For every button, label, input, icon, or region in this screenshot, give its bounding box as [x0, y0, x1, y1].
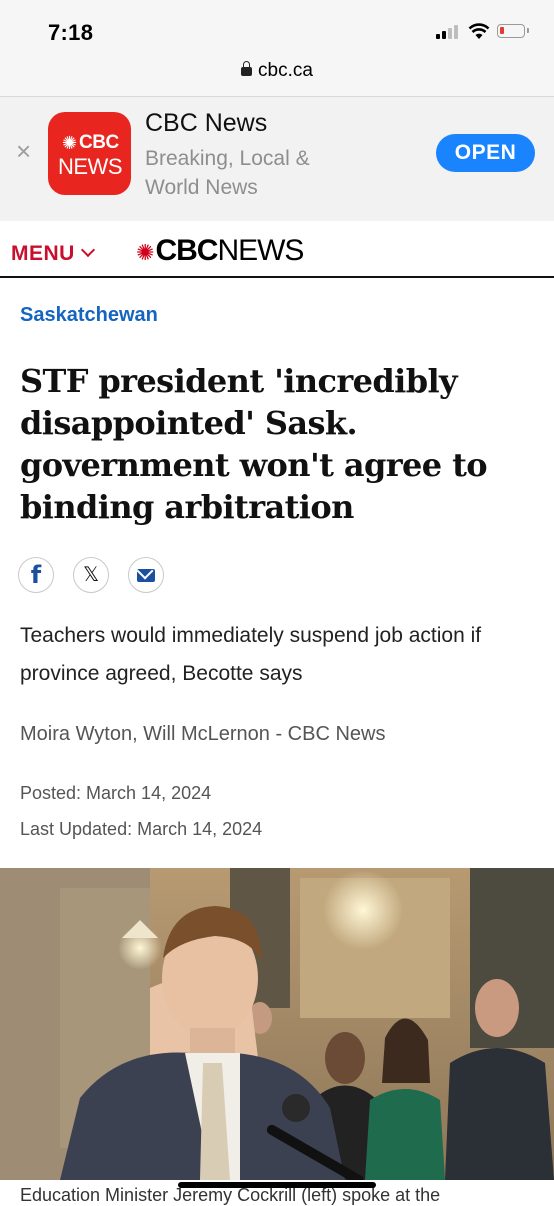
browser-address-bar[interactable]: cbc.ca: [0, 52, 554, 97]
chevron-down-icon: [80, 242, 95, 258]
cbc-news-logo[interactable]: ✺CBCNEWS: [136, 234, 304, 268]
app-icon-cbc-text: CBC: [79, 132, 119, 153]
email-share-icon[interactable]: [128, 557, 164, 593]
facebook-share-icon[interactable]: f: [18, 557, 54, 593]
article-byline: Moira Wyton, Will McLernon - CBC News: [20, 723, 386, 745]
cellular-signal-icon: [436, 25, 462, 39]
press-conference-photo: [0, 868, 554, 1180]
x-share-icon[interactable]: 𝕏: [73, 557, 109, 593]
status-bar: 7:18: [0, 0, 554, 52]
app-name: CBC News: [145, 109, 268, 137]
status-time: 7:18: [48, 20, 94, 45]
logo-news-text: NEWS: [217, 234, 304, 267]
lock-icon: [241, 61, 253, 76]
posted-date: Posted: March 14, 2024: [20, 783, 212, 803]
article-photo: [0, 868, 554, 1180]
envelope-icon: [137, 569, 155, 582]
open-app-button[interactable]: OPEN: [436, 134, 535, 172]
site-header: MENU ✺CBCNEWS: [0, 222, 554, 278]
home-indicator[interactable]: [178, 1182, 376, 1188]
menu-button[interactable]: MENU: [11, 242, 95, 266]
article-deck: Teachers would immediately suspend job a…: [20, 624, 482, 685]
article-headline: STF president 'incredibly disappointed' …: [20, 362, 488, 526]
close-icon[interactable]: ×: [16, 138, 36, 164]
last-updated-date: Last Updated: March 14, 2024: [20, 819, 263, 839]
app-install-banner: × ✺ CBC NEWS CBC News Breaking, Local & …: [0, 97, 554, 221]
app-icon-news-text: NEWS: [58, 154, 123, 179]
cbc-news-app-icon: ✺ CBC NEWS: [48, 112, 131, 195]
battery-icon: [497, 24, 529, 38]
menu-label: MENU: [11, 242, 75, 265]
cbc-gem-icon: ✺: [136, 240, 154, 265]
photo-caption: Education Minister Jeremy Cockrill (left…: [20, 1185, 441, 1205]
wifi-icon: [468, 23, 490, 39]
url-text: cbc.ca: [258, 60, 313, 81]
cbc-gem-icon: ✺: [62, 133, 78, 153]
logo-cbc-text: CBC: [155, 234, 218, 267]
section-link[interactable]: Saskatchewan: [20, 304, 158, 327]
app-description: Breaking, Local & World News: [145, 147, 310, 199]
